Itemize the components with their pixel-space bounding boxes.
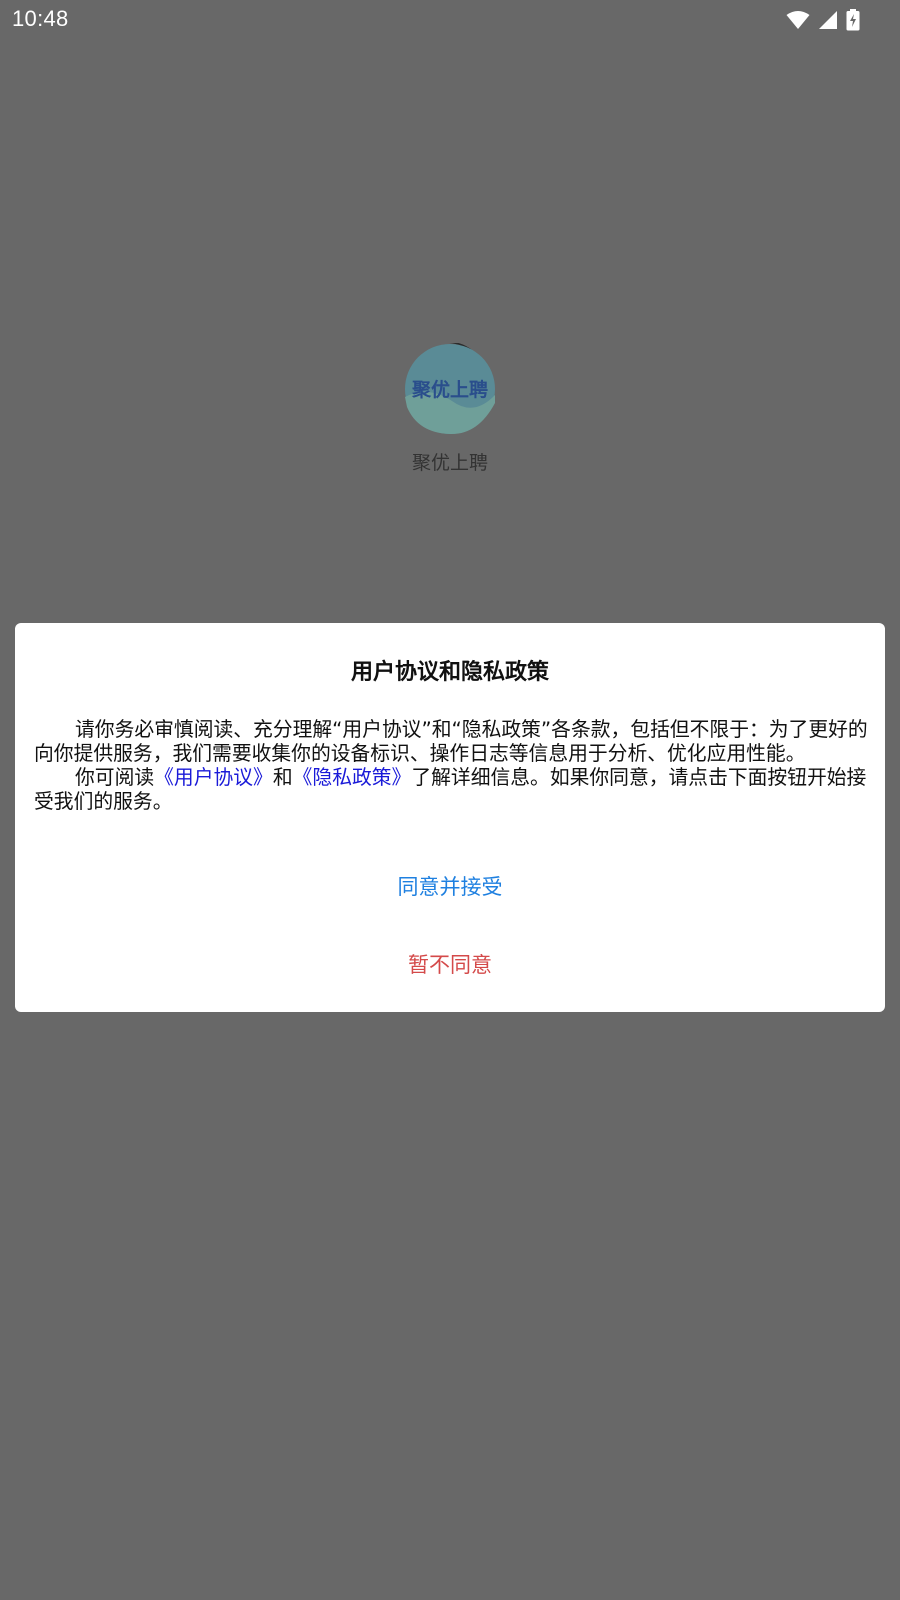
screen: 10:48 聚优上聘 聚优上聘 用户协议和隐私政策 请你务必审慎阅读、充分理解“… [0,0,900,1600]
dialog-paragraph-2: 你可阅读《用户协议》和《隐私政策》了解详细信息。如果你同意，请点击下面按钮开始接… [34,766,879,814]
dialog-title: 用户协议和隐私政策 [350,660,549,685]
dialog-body: 请你务必审慎阅读、充分理解“用户协议”和“隐私政策”各条款，包括但不限于：为了更… [34,718,879,814]
cell-signal-icon [818,10,838,30]
consent-dialog: 用户协议和隐私政策 请你务必审慎阅读、充分理解“用户协议”和“隐私政策”各条款，… [15,623,885,1012]
status-icons [786,8,860,32]
dialog-paragraph-1: 请你务必审慎阅读、充分理解“用户协议”和“隐私政策”各条款，包括但不限于：为了更… [34,718,868,765]
battery-charging-icon [846,9,860,31]
status-bar: 10:48 [0,0,900,40]
user-agreement-link[interactable]: 《用户协议》 [154,766,273,789]
accept-button[interactable]: 同意并接受 [350,867,550,907]
status-time: 10:48 [12,6,69,31]
paragraph-2-prefix: 你可阅读 [75,766,155,789]
logo-text: 聚优上聘 [411,378,488,401]
app-logo: 聚优上聘 [404,343,496,435]
wifi-icon [786,10,810,30]
app-name: 聚优上聘 [411,452,488,474]
decline-button[interactable]: 暂不同意 [350,945,550,985]
paragraph-2-connector: 和 [272,766,293,789]
privacy-policy-link[interactable]: 《隐私政策》 [293,766,412,789]
